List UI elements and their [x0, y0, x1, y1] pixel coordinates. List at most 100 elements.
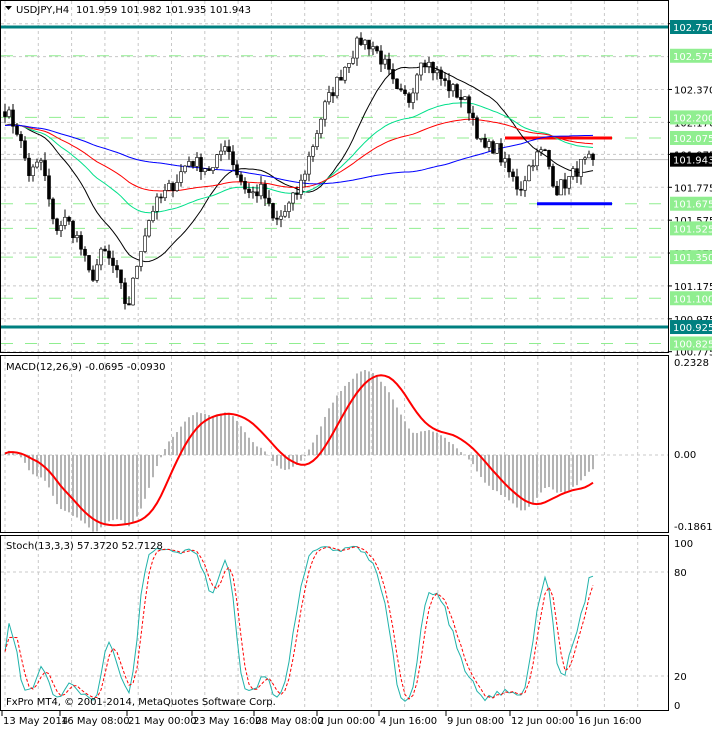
candle-body — [427, 61, 431, 67]
candle-body — [223, 146, 227, 152]
macd-histogram-bar — [184, 421, 186, 455]
macd-histogram-bar — [420, 431, 422, 455]
candle-body — [331, 92, 335, 97]
candle-body — [99, 248, 103, 266]
candles — [3, 32, 595, 310]
macd-histogram-bar — [392, 399, 394, 455]
candle-body — [515, 176, 519, 190]
macd-histogram-bar — [580, 455, 582, 481]
candle-body — [271, 203, 275, 219]
candle-body — [215, 154, 219, 168]
candle-body — [259, 183, 263, 197]
candle-body — [287, 202, 291, 212]
stoch-y-label: 100 — [674, 539, 693, 550]
macd-histogram-bar — [220, 413, 222, 455]
macd-histogram-bar — [380, 381, 382, 455]
x-tick-label: 2 Jun 00:00 — [318, 716, 375, 727]
candle-body — [267, 197, 271, 204]
macd-histogram-bar — [332, 402, 334, 455]
trading-chart[interactable]: 102.770102.370102.170101.975101.775101.5… — [0, 0, 712, 729]
macd-histogram-bar — [536, 455, 538, 498]
macd-histogram-bar — [256, 446, 258, 455]
macd-histogram-bar — [244, 432, 246, 455]
level-label: 101.525 — [673, 224, 712, 235]
candle-body — [483, 138, 487, 148]
macd-histogram-bar — [272, 455, 274, 462]
candle-body — [47, 175, 51, 200]
macd-histogram-bar — [100, 455, 102, 528]
candle-body — [23, 140, 27, 159]
candle-body — [119, 269, 123, 284]
macd-histogram-bar — [588, 455, 590, 472]
macd-y-label: 0.00 — [674, 450, 696, 461]
candle-body — [327, 92, 331, 103]
candle-body — [443, 78, 447, 81]
candle-body — [179, 171, 183, 183]
current-price-label: 101.943 — [673, 156, 712, 167]
candle-body — [71, 220, 75, 239]
x-tick-label: 16 Jun 16:00 — [578, 716, 642, 727]
candle-body — [423, 62, 427, 67]
candle-body — [171, 183, 175, 191]
macd-histogram-bar — [200, 413, 202, 455]
candle-body — [175, 182, 179, 191]
candle-body — [151, 211, 155, 221]
macd-histogram-bar — [212, 415, 214, 455]
candle-body — [295, 192, 299, 195]
candle-body — [75, 235, 79, 239]
candle-body — [375, 46, 379, 52]
candle-body — [107, 250, 111, 259]
candle-body — [199, 157, 203, 172]
macd-histogram-bar — [388, 392, 390, 455]
macd-histogram-bar — [548, 455, 550, 488]
level-label: 101.100 — [673, 294, 712, 305]
macd-histogram-bar — [20, 455, 22, 458]
macd-histogram-bar — [540, 455, 542, 493]
candle-body — [211, 167, 215, 171]
candle-body — [411, 92, 415, 103]
candle-body — [39, 160, 43, 163]
macd-histogram-bar — [80, 455, 82, 521]
candle-body — [539, 149, 543, 153]
macd-histogram-bar — [120, 455, 122, 521]
macd-histogram-bar — [140, 455, 142, 509]
x-tick-label: 28 May 08:00 — [255, 716, 324, 727]
candle-body — [459, 97, 463, 100]
axes: 102.770102.370102.170101.975101.775101.5… — [1, 20, 712, 727]
macd-histogram-bar — [216, 414, 218, 455]
candle-body — [523, 180, 527, 191]
candle-body — [127, 303, 131, 306]
candle-body — [219, 150, 223, 155]
macd-histogram-bar — [36, 455, 38, 477]
candle-body — [15, 125, 19, 135]
macd-histogram-bar — [68, 455, 70, 513]
macd-histogram-bar — [300, 455, 302, 461]
macd-histogram-bar — [116, 455, 118, 520]
macd-histogram-bar — [448, 441, 450, 455]
macd-histogram-bar — [324, 416, 326, 455]
dropdown-icon[interactable] — [5, 6, 12, 10]
macd-histogram-bar — [488, 455, 490, 486]
candle-body — [335, 77, 339, 97]
macd-histogram-bar — [456, 448, 458, 455]
candle-body — [475, 117, 479, 139]
candle-body — [55, 218, 59, 231]
macd-histogram-bar — [484, 455, 486, 483]
macd-histogram-bar — [400, 414, 402, 455]
candle-body — [19, 134, 23, 142]
macd-histogram-bar — [576, 455, 578, 486]
stoch-main-line — [4, 545, 594, 702]
candle-body — [495, 143, 499, 154]
macd-histogram-bar — [376, 376, 378, 455]
y-tick-label: 101.775 — [674, 183, 712, 194]
macd-histogram-bar — [440, 435, 442, 455]
macd-histogram-bar — [280, 455, 282, 469]
x-tick-label: 23 May 16:00 — [193, 716, 262, 727]
macd-histogram-bar — [408, 428, 410, 455]
macd-histogram-bar — [432, 431, 434, 455]
candle-body — [3, 111, 7, 117]
candle-body — [395, 78, 399, 90]
candle-body — [247, 188, 251, 193]
candle-body — [307, 155, 311, 175]
macd-histogram-bar — [564, 455, 566, 493]
